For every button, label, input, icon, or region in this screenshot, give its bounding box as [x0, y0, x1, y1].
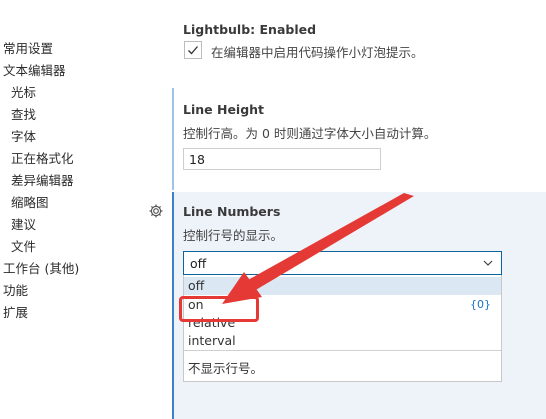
toc-item-extensions[interactable]: 扩展 — [3, 304, 28, 322]
toc-item-common[interactable]: 常用设置 — [3, 40, 53, 58]
option-off[interactable]: off — [184, 277, 501, 295]
line-height-input[interactable]: 18 — [183, 148, 381, 170]
option-description: 不显示行号。 — [188, 361, 264, 376]
gear-icon[interactable] — [148, 203, 164, 219]
toc-item-files[interactable]: 文件 — [11, 238, 36, 256]
toc-item-cursor[interactable]: 光标 — [11, 84, 36, 102]
line-height-setting-title: Line Height — [183, 102, 265, 117]
line-height-focus-indicator — [172, 88, 174, 190]
line-height-setting-description: 控制行高。为 0 时则通过字体大小自动计算。 — [183, 126, 437, 141]
option-label: interval — [188, 333, 236, 348]
toc-item-font[interactable]: 字体 — [11, 128, 36, 146]
toc-item-find[interactable]: 查找 — [11, 106, 36, 124]
toc-item-formatting[interactable]: 正在格式化 — [11, 150, 74, 168]
line-numbers-dropdown: off on {0} relative interval 不显示行号。 — [183, 275, 502, 382]
line-numbers-setting-title: Line Numbers — [183, 204, 281, 219]
toc-item-diff-editor[interactable]: 差异编辑器 — [11, 172, 74, 190]
lightbulb-checkbox[interactable] — [184, 41, 202, 59]
line-numbers-focus-indicator — [172, 192, 174, 419]
default-badge: {0} — [470, 298, 491, 311]
toc-item-suggestions[interactable]: 建议 — [11, 216, 36, 234]
line-numbers-setting-description: 控制行号的显示。 — [183, 228, 284, 243]
lightbulb-checkbox-label: 在编辑器中启用代码操作小灯泡提示。 — [211, 45, 424, 60]
option-label: off — [188, 278, 205, 293]
checkmark-icon — [188, 46, 198, 55]
toc-item-workbench[interactable]: 工作台 (其他) — [3, 260, 79, 278]
dropdown-divider — [184, 350, 501, 351]
line-numbers-select[interactable]: off — [183, 251, 502, 275]
annotation-highlight-box — [179, 296, 259, 322]
option-interval[interactable]: interval — [184, 332, 501, 350]
chevron-down-icon — [483, 260, 493, 266]
toc-item-text-editor[interactable]: 文本编辑器 — [3, 62, 66, 80]
line-numbers-selected-value: off — [190, 256, 207, 271]
toc-item-minimap[interactable]: 缩略图 — [11, 194, 49, 212]
toc-item-features[interactable]: 功能 — [3, 282, 28, 300]
lightbulb-setting-title: Lightbulb: Enabled — [183, 22, 317, 37]
